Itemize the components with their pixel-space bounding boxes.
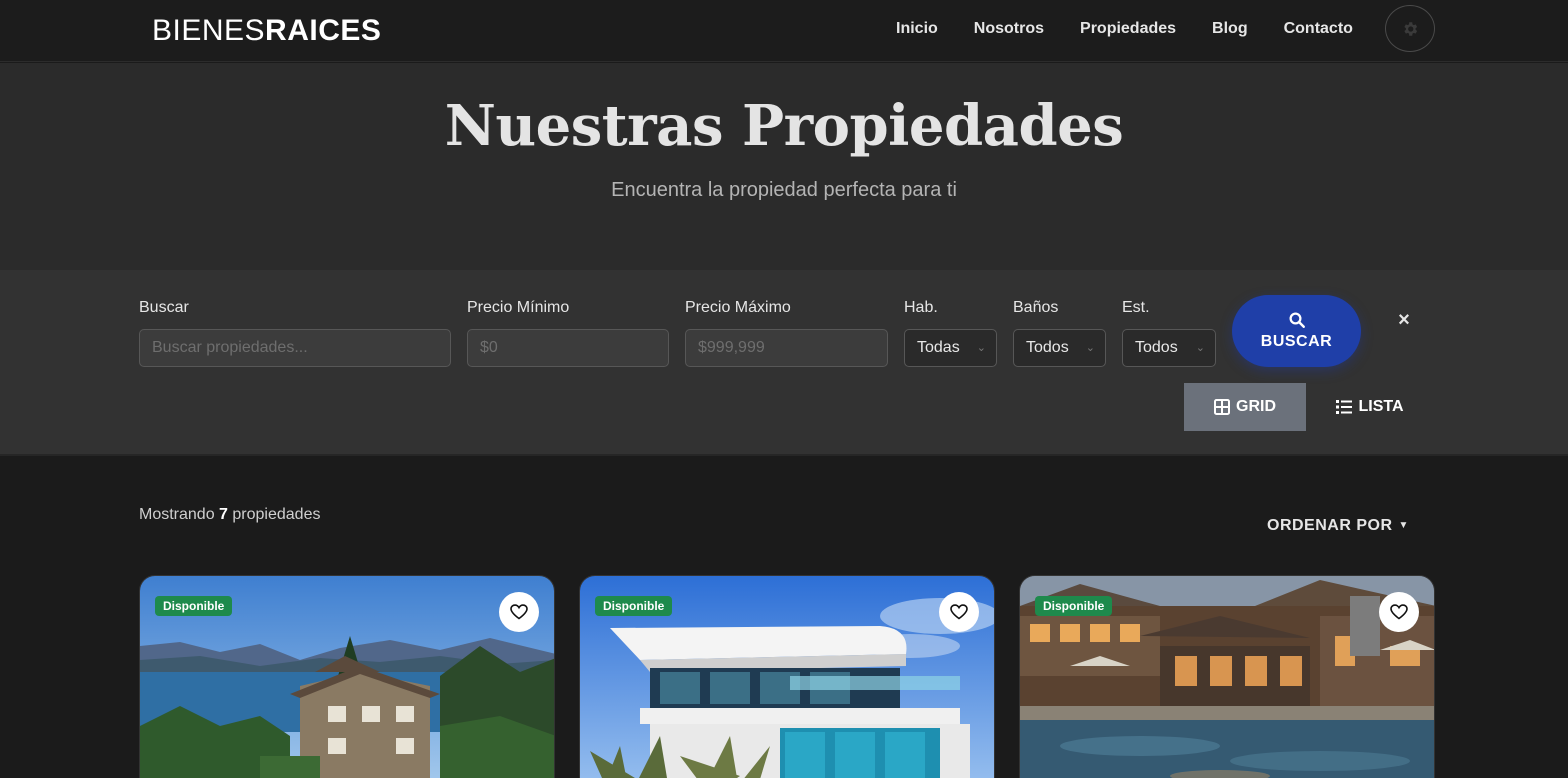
min-price-input[interactable] bbox=[467, 329, 669, 367]
results-suffix: propiedades bbox=[232, 506, 321, 523]
favorite-button[interactable] bbox=[1379, 592, 1419, 632]
rooms-select-value: Todas bbox=[917, 339, 960, 356]
property-card[interactable]: Disponible bbox=[1019, 575, 1435, 778]
chevron-down-icon: ⌄ bbox=[1195, 342, 1205, 354]
status-badge: Disponible bbox=[595, 596, 673, 616]
filter-bar: Buscar Precio Mínimo Precio Máximo Hab. … bbox=[0, 270, 1568, 456]
search-button-label: BUSCAR bbox=[1260, 333, 1333, 350]
hero-section: Nuestras Propiedades Encuentra la propie… bbox=[0, 63, 1568, 270]
main-nav: Inicio Nosotros Propiedades Blog Contact… bbox=[878, 18, 1371, 40]
parking-select-value: Todos bbox=[1135, 339, 1178, 356]
favorite-button[interactable] bbox=[499, 592, 539, 632]
favorite-button[interactable] bbox=[939, 592, 979, 632]
brand-light: BIENES bbox=[152, 14, 266, 47]
nav-link-blog[interactable]: Blog bbox=[1194, 18, 1266, 40]
page-subtitle: Encuentra la propiedad perfecta para ti bbox=[611, 179, 957, 201]
view-list-label: LISTA bbox=[1358, 398, 1404, 415]
view-grid-label: GRID bbox=[1236, 398, 1276, 415]
baths-select-value: Todos bbox=[1026, 339, 1069, 356]
min-price-label: Precio Mínimo bbox=[467, 299, 570, 316]
status-badge: Disponible bbox=[155, 596, 233, 616]
baths-label: Baños bbox=[1013, 299, 1059, 316]
search-icon bbox=[1289, 312, 1305, 328]
rooms-select[interactable]: Todas ⌄ bbox=[904, 329, 997, 367]
theme-toggle-button[interactable] bbox=[1385, 5, 1435, 52]
page-title: Nuestras Propiedades bbox=[444, 93, 1124, 159]
view-grid-button[interactable]: GRID bbox=[1184, 383, 1306, 431]
nav-link-contacto[interactable]: Contacto bbox=[1266, 18, 1371, 40]
search-input[interactable] bbox=[139, 329, 451, 367]
parking-label: Est. bbox=[1122, 299, 1150, 316]
grid-icon bbox=[1214, 399, 1230, 415]
results-count: Mostrando 7 propiedades bbox=[139, 506, 320, 524]
caret-down-icon: ▼ bbox=[1398, 520, 1409, 531]
search-button[interactable]: BUSCAR bbox=[1232, 295, 1361, 367]
clear-filters-button[interactable]: × bbox=[1392, 308, 1416, 332]
sort-label: ORDENAR POR bbox=[1267, 517, 1393, 534]
heart-icon bbox=[1390, 604, 1408, 620]
navbar: BIENESRAICES Inicio Nosotros Propiedades… bbox=[0, 0, 1568, 62]
nav-link-propiedades[interactable]: Propiedades bbox=[1062, 18, 1194, 40]
property-card[interactable]: Disponible bbox=[579, 575, 995, 778]
list-icon bbox=[1336, 400, 1353, 414]
nav-link-nosotros[interactable]: Nosotros bbox=[956, 18, 1062, 40]
status-badge: Disponible bbox=[1035, 596, 1113, 616]
close-icon: × bbox=[1398, 309, 1410, 331]
view-list-button[interactable]: LISTA bbox=[1306, 383, 1434, 431]
baths-select[interactable]: Todos ⌄ bbox=[1013, 329, 1106, 367]
brand-bold: RAICES bbox=[265, 14, 382, 47]
brand-logo[interactable]: BIENESRAICES bbox=[152, 14, 381, 48]
heart-icon bbox=[950, 604, 968, 620]
nav-link-inicio[interactable]: Inicio bbox=[878, 18, 956, 40]
max-price-label: Precio Máximo bbox=[685, 299, 791, 316]
results-number: 7 bbox=[219, 506, 228, 523]
max-price-input[interactable] bbox=[685, 329, 888, 367]
gear-icon bbox=[1404, 21, 1418, 36]
chevron-down-icon: ⌄ bbox=[1085, 342, 1095, 354]
heart-icon bbox=[510, 604, 528, 620]
results-prefix: Mostrando bbox=[139, 506, 215, 523]
sort-dropdown[interactable]: ORDENAR POR ▼ bbox=[1267, 517, 1409, 535]
property-card[interactable]: Disponible bbox=[139, 575, 555, 778]
chevron-down-icon: ⌄ bbox=[976, 342, 986, 354]
rooms-label: Hab. bbox=[904, 299, 938, 316]
search-label: Buscar bbox=[139, 299, 189, 316]
parking-select[interactable]: Todos ⌄ bbox=[1122, 329, 1216, 367]
